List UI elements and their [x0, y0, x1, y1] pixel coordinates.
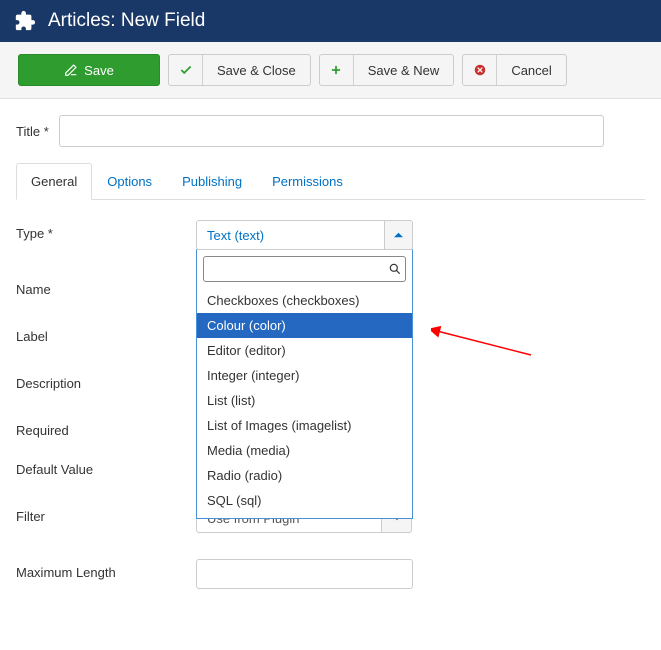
dropdown-list[interactable]: Checkboxes (checkboxes)Colour (color)Edi…: [197, 288, 412, 518]
dropdown-search-input[interactable]: [212, 262, 388, 277]
name-label: Name: [16, 276, 196, 297]
cancel-button[interactable]: Cancel: [462, 54, 566, 86]
page-title: Articles: New Field: [48, 10, 205, 32]
required-label: Required: [16, 417, 196, 438]
general-panel: Type * Text (text): [16, 200, 645, 589]
form-area: Title * General Options Publishing Permi…: [0, 99, 661, 645]
dropdown-option[interactable]: Editor (editor): [197, 338, 412, 363]
cancel-icon: [463, 55, 497, 85]
check-icon: [169, 55, 203, 85]
toolbar: Save Save & Close Save & New Cancel: [0, 42, 661, 99]
dropdown-option[interactable]: Media (media): [197, 438, 412, 463]
title-label: Title *: [16, 124, 49, 139]
filter-label: Filter: [16, 503, 196, 524]
save-close-button[interactable]: Save & Close: [168, 54, 311, 86]
save-close-label: Save & Close: [203, 55, 310, 85]
type-selected-value: Text (text): [197, 221, 384, 249]
maxlen-input[interactable]: [196, 559, 413, 589]
puzzle-icon: [14, 10, 36, 32]
dropdown-option[interactable]: SQL (sql): [197, 488, 412, 513]
dropdown-option[interactable]: Integer (integer): [197, 363, 412, 388]
dropdown-option[interactable]: List of Images (imagelist): [197, 413, 412, 438]
type-label: Type *: [16, 220, 196, 241]
dropdown-option[interactable]: Colour (color): [197, 313, 412, 338]
row-maxlen: Maximum Length: [16, 559, 645, 589]
dropdown-option[interactable]: Radio (radio): [197, 463, 412, 488]
chevron-up-icon[interactable]: [384, 221, 412, 249]
tab-permissions[interactable]: Permissions: [257, 163, 358, 200]
maxlen-label: Maximum Length: [16, 559, 196, 580]
apply-icon: [64, 63, 78, 77]
dropdown-option[interactable]: Text (text): [197, 513, 412, 518]
type-select[interactable]: Text (text) Checkboxes (che: [196, 220, 413, 250]
title-row: Title *: [16, 115, 645, 147]
description-label: Description: [16, 370, 196, 391]
label-label: Label: [16, 323, 196, 344]
dropdown-option[interactable]: List (list): [197, 388, 412, 413]
tab-publishing[interactable]: Publishing: [167, 163, 257, 200]
cancel-label: Cancel: [497, 55, 565, 85]
search-icon: [388, 262, 402, 276]
tabs: General Options Publishing Permissions: [16, 163, 645, 200]
tab-options[interactable]: Options: [92, 163, 167, 200]
save-label: Save: [84, 63, 114, 78]
page-header: Articles: New Field: [0, 0, 661, 42]
default-value-label: Default Value: [16, 456, 196, 477]
save-new-label: Save & New: [354, 55, 454, 85]
save-new-button[interactable]: Save & New: [319, 54, 455, 86]
dropdown-search-wrap: [197, 250, 412, 288]
plus-icon: [320, 55, 354, 85]
title-input[interactable]: [59, 115, 604, 147]
type-dropdown: Checkboxes (checkboxes)Colour (color)Edi…: [196, 249, 413, 519]
tab-general[interactable]: General: [16, 163, 92, 200]
type-select-display[interactable]: Text (text): [196, 220, 413, 250]
dropdown-option[interactable]: Checkboxes (checkboxes): [197, 288, 412, 313]
row-type: Type * Text (text): [16, 220, 645, 250]
save-button[interactable]: Save: [18, 54, 160, 86]
